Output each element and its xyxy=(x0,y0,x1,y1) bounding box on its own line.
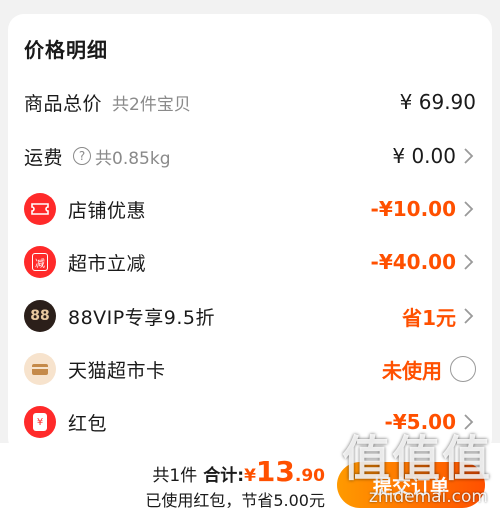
vip-label: 88VIP专享9.5折 xyxy=(68,306,215,329)
shop-discount-right: -¥10.00 xyxy=(371,197,476,221)
goods-total-amount: ¥ 69.90 xyxy=(399,90,476,114)
item-count: 共1件 xyxy=(152,466,198,486)
card-icon xyxy=(24,353,56,385)
chevron-right-icon xyxy=(464,308,474,324)
shop-discount-row[interactable]: 店铺优惠 -¥10.00 xyxy=(24,189,476,229)
help-icon[interactable]: ? xyxy=(73,147,92,165)
card-title: 价格明细 xyxy=(24,38,108,62)
watermark-logo: 值值值 xyxy=(341,431,492,487)
market-discount-amount: -¥40.00 xyxy=(370,250,456,274)
vip-amount: 省1元 xyxy=(402,305,456,330)
chevron-right-icon xyxy=(464,201,474,217)
currency-symbol: ¥ xyxy=(244,466,256,486)
tmall-card-status: 未使用 xyxy=(382,358,442,383)
goods-count: 共2件宝贝 xyxy=(112,94,191,115)
chevron-right-icon xyxy=(464,148,474,164)
shipping-right: ¥ 0.00 xyxy=(392,144,476,168)
watermark-url: zhidemai.com xyxy=(368,487,488,507)
shipping-weight-text: 共0.85kg xyxy=(95,148,171,169)
total-price-integer: 13 xyxy=(255,455,295,488)
shop-discount-label: 店铺优惠 xyxy=(68,199,147,222)
total-label: 合计: xyxy=(203,466,245,486)
tmall-card-right: 未使用 xyxy=(382,355,476,384)
goods-total-label: 商品总价 xyxy=(24,92,103,115)
88vip-badge: 88 xyxy=(30,308,50,324)
vip-row[interactable]: 88 88VIP专享9.5折 省1元 xyxy=(24,296,476,336)
shop-discount-amount: -¥10.00 xyxy=(370,197,456,221)
market-discount-label: 超市立减 xyxy=(68,252,147,275)
88vip-icon: 88 xyxy=(24,300,56,332)
total-price-decimal: .90 xyxy=(294,466,325,486)
shipping-amount: ¥ 0.00 xyxy=(392,144,456,168)
vip-right: 省1元 xyxy=(402,302,476,331)
tmall-card-label: 天猫超市卡 xyxy=(68,359,166,382)
market-discount-row[interactable]: 减 超市立减 -¥40.00 xyxy=(24,242,476,282)
ticket-icon xyxy=(24,193,56,225)
market-discount-badge: 减 xyxy=(32,253,48,271)
order-summary: 共1件 合计: ¥ 13 .90 xyxy=(152,455,325,488)
market-discount-icon: 减 xyxy=(24,246,56,278)
savings-note: 已使用红包，节省5.00元 xyxy=(145,491,325,510)
shipping-label: 运费 xyxy=(24,146,64,169)
tmall-card-row[interactable]: 天猫超市卡 未使用 xyxy=(24,349,476,389)
market-discount-right: -¥40.00 xyxy=(371,250,476,274)
goods-total-row: 商品总价 共2件宝贝 ¥ 69.90 xyxy=(24,82,476,122)
chevron-right-icon xyxy=(464,254,474,270)
shipping-weight: ? 共0.85kg xyxy=(73,144,171,169)
red-packet-label: 红包 xyxy=(68,412,108,435)
tmall-card-radio[interactable] xyxy=(450,356,476,382)
shipping-row[interactable]: 运费 ? 共0.85kg ¥ 0.00 xyxy=(24,136,476,176)
red-packet-badge: ¥ xyxy=(33,413,47,431)
price-detail-card: 价格明细 商品总价 共2件宝贝 ¥ 69.90 运费 ? 共0.85kg ¥ 0… xyxy=(8,14,492,454)
red-packet-icon: ¥ xyxy=(24,406,56,438)
